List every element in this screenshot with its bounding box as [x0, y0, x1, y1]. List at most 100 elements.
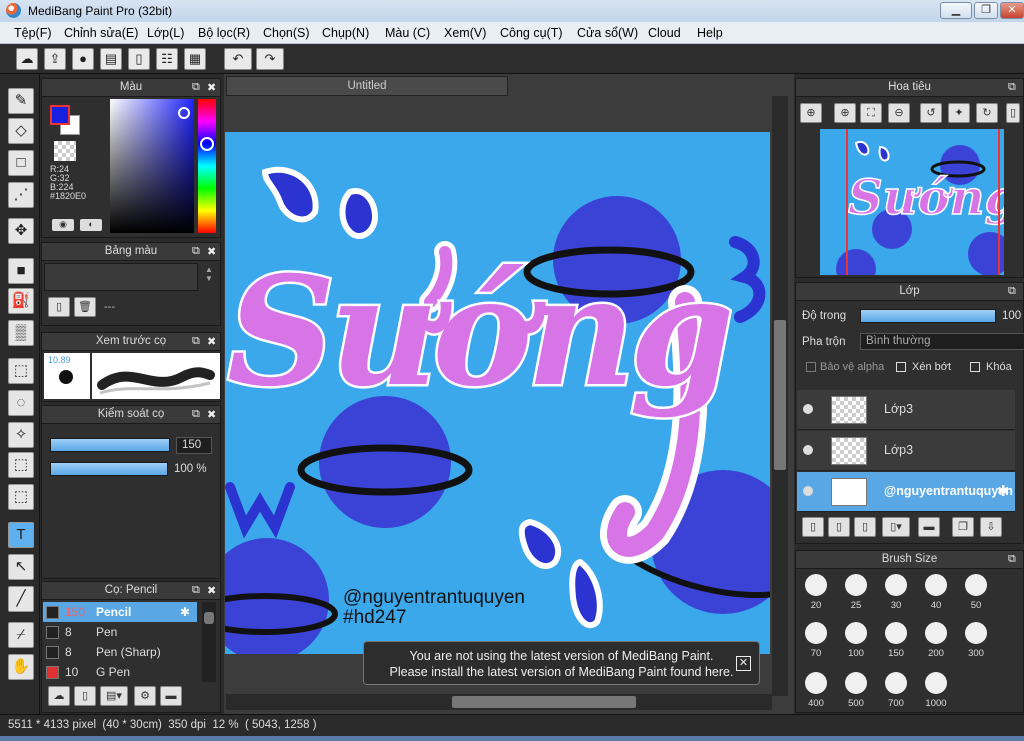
popout-icon[interactable]: ⧉ [192, 81, 200, 94]
layer-opacity-slider[interactable] [860, 309, 996, 323]
brush-opacity-slider[interactable] [50, 462, 168, 476]
menu-layer[interactable]: Lớp(L) [147, 26, 184, 40]
list-icon[interactable]: ☷ [156, 48, 178, 70]
eye-icon[interactable] [803, 486, 813, 496]
popout-icon[interactable]: ⧉ [192, 245, 200, 258]
brush-size-value[interactable]: 150 [176, 437, 212, 454]
eyedrop-color-button[interactable]: ◉ [52, 219, 74, 231]
select-eraser-icon[interactable]: ⬚ [8, 484, 34, 510]
menu-cloud[interactable]: Cloud [648, 26, 681, 40]
popout-icon[interactable]: ⧉ [1008, 285, 1016, 298]
rotate-right-icon[interactable]: ↻ [976, 103, 998, 123]
minimize-button[interactable]: ▁ [940, 2, 972, 19]
gear-icon[interactable]: ✱ [997, 482, 1010, 500]
popout-icon[interactable]: ⧉ [192, 408, 200, 421]
menu-view[interactable]: Xem(V) [444, 26, 486, 40]
close-icon[interactable]: ✖ [207, 584, 216, 597]
add-brush-icon[interactable]: ▯ [74, 686, 96, 706]
menu-select[interactable]: Chọn(S) [263, 26, 310, 40]
hue-slider-handle[interactable] [200, 137, 214, 151]
new-layer-1bit-icon[interactable]: ▯ [854, 517, 876, 537]
brush-size-preset[interactable]: 200 [918, 618, 954, 659]
gradient-tool-icon[interactable]: ▒ [8, 320, 34, 346]
rectangle-tool-icon[interactable]: □ [8, 150, 34, 176]
vertical-scrollbar[interactable] [772, 96, 788, 696]
trash-icon[interactable]: 🗑 [74, 297, 96, 317]
zoom-in-icon[interactable]: ⊕ [834, 103, 856, 123]
bucket-tool-icon[interactable]: ⛽ [8, 288, 34, 314]
popout-icon[interactable]: ⧉ [192, 584, 200, 597]
brush-settings-icon[interactable]: ⚙ [134, 686, 156, 706]
share-icon[interactable]: ⇪ [44, 48, 66, 70]
cloud-icon[interactable]: ☁ [16, 48, 38, 70]
brush-size-preset[interactable]: 1000 [918, 668, 954, 709]
zoom-out-icon[interactable]: ⊖ [888, 103, 910, 123]
select-pen-icon[interactable]: ⬚ [8, 452, 34, 478]
brush-size-preset[interactable]: 70 [798, 618, 834, 659]
brush-size-preset[interactable]: 40 [918, 570, 954, 611]
brush-tool-icon[interactable]: ✎ [8, 88, 34, 114]
sv-picker-handle[interactable] [178, 107, 190, 119]
palette-swatch-area[interactable] [44, 263, 198, 291]
brush-size-preset[interactable]: 20 [798, 570, 834, 611]
dot-tool-icon[interactable]: ⋰ [8, 182, 34, 208]
hand-tool-icon[interactable]: ✋ [8, 654, 34, 680]
primary-color-swatch[interactable] [50, 105, 70, 125]
lasso-tool-icon[interactable]: ◌ [8, 390, 34, 416]
reset-view-icon[interactable]: ✦ [948, 103, 970, 123]
close-icon[interactable]: ✖ [207, 335, 216, 348]
layer-row[interactable]: Lớp3 [797, 431, 1015, 471]
page-icon[interactable]: ▯ [128, 48, 150, 70]
menu-file[interactable]: Tệp(F) [14, 26, 52, 40]
saturation-value-square[interactable] [110, 99, 194, 233]
eye-icon[interactable] [803, 445, 813, 455]
flip-icon[interactable]: ▯ [1006, 103, 1020, 123]
brush-size-preset[interactable]: 30 [878, 570, 914, 611]
redo-icon[interactable]: ↷ [256, 48, 284, 70]
brush-size-preset[interactable]: 700 [878, 668, 914, 709]
cloud-brush-icon[interactable]: ☁ [48, 686, 70, 706]
grid-icon[interactable]: ▦ [184, 48, 206, 70]
menu-snap[interactable]: Chụp(N) [322, 26, 369, 40]
brush-item[interactable]: 150 Pencil ✱ [43, 602, 197, 622]
popout-icon[interactable]: ⧉ [1008, 553, 1016, 566]
new-layer-8bit-icon[interactable]: ▯ [828, 517, 850, 537]
maximize-button[interactable]: ❐ [974, 2, 998, 19]
close-button[interactable]: ✕ [1000, 2, 1024, 19]
menu-color[interactable]: Màu (C) [385, 26, 430, 40]
text-tool-icon[interactable]: T [8, 522, 34, 548]
brush-size-slider[interactable] [50, 438, 170, 452]
move-tool-icon[interactable]: ✥ [8, 218, 34, 244]
popout-icon[interactable]: ⧉ [192, 335, 200, 348]
close-notice-icon[interactable]: ✕ [736, 656, 751, 671]
duplicate-layer-icon[interactable]: ❐ [952, 517, 974, 537]
rotate-left-icon[interactable]: ↺ [920, 103, 942, 123]
artwork-canvas[interactable]: Sướng @nguyentrantuquyen #hd247 [225, 132, 770, 654]
brush-item[interactable]: 10 G Pen [43, 662, 197, 682]
clipping-checkbox[interactable] [896, 362, 906, 372]
layer-row-selected[interactable]: @nguyentrantuquyen ✱ [797, 472, 1015, 512]
gear-icon[interactable]: ✱ [180, 602, 190, 622]
brush-size-preset[interactable]: 300 [958, 618, 994, 659]
brush-size-preset[interactable]: 100 [838, 618, 874, 659]
layer-row[interactable]: Lớp3 [797, 390, 1015, 430]
popout-icon[interactable]: ⧉ [1008, 81, 1016, 94]
palette-scrollbar[interactable]: ▲ ▼ [202, 265, 216, 291]
divide-tool-icon[interactable]: ╱ [8, 586, 34, 612]
protect-alpha-checkbox[interactable] [806, 362, 816, 372]
eraser-tool-icon[interactable]: ◇ [8, 118, 34, 144]
close-icon[interactable]: ✖ [207, 81, 216, 94]
brush-size-preset[interactable]: 50 [958, 570, 994, 611]
operation-tool-icon[interactable]: ↖ [8, 554, 34, 580]
brush-item[interactable]: 8 Pen [43, 622, 197, 642]
brush-item[interactable]: 8 Pen (Sharp) [43, 642, 197, 662]
close-icon[interactable]: ✖ [207, 245, 216, 258]
message-icon[interactable]: ▤ [100, 48, 122, 70]
fill-rect-tool-icon[interactable]: ■ [8, 258, 34, 284]
menu-tools[interactable]: Công cụ(T) [500, 26, 563, 40]
brush-menu-icon[interactable]: ▤▾ [100, 686, 128, 706]
color-settings-button[interactable]: ◐ [80, 219, 102, 231]
hue-slider[interactable] [198, 99, 216, 233]
undo-icon[interactable]: ↶ [224, 48, 252, 70]
brush-size-preset[interactable]: 25 [838, 570, 874, 611]
